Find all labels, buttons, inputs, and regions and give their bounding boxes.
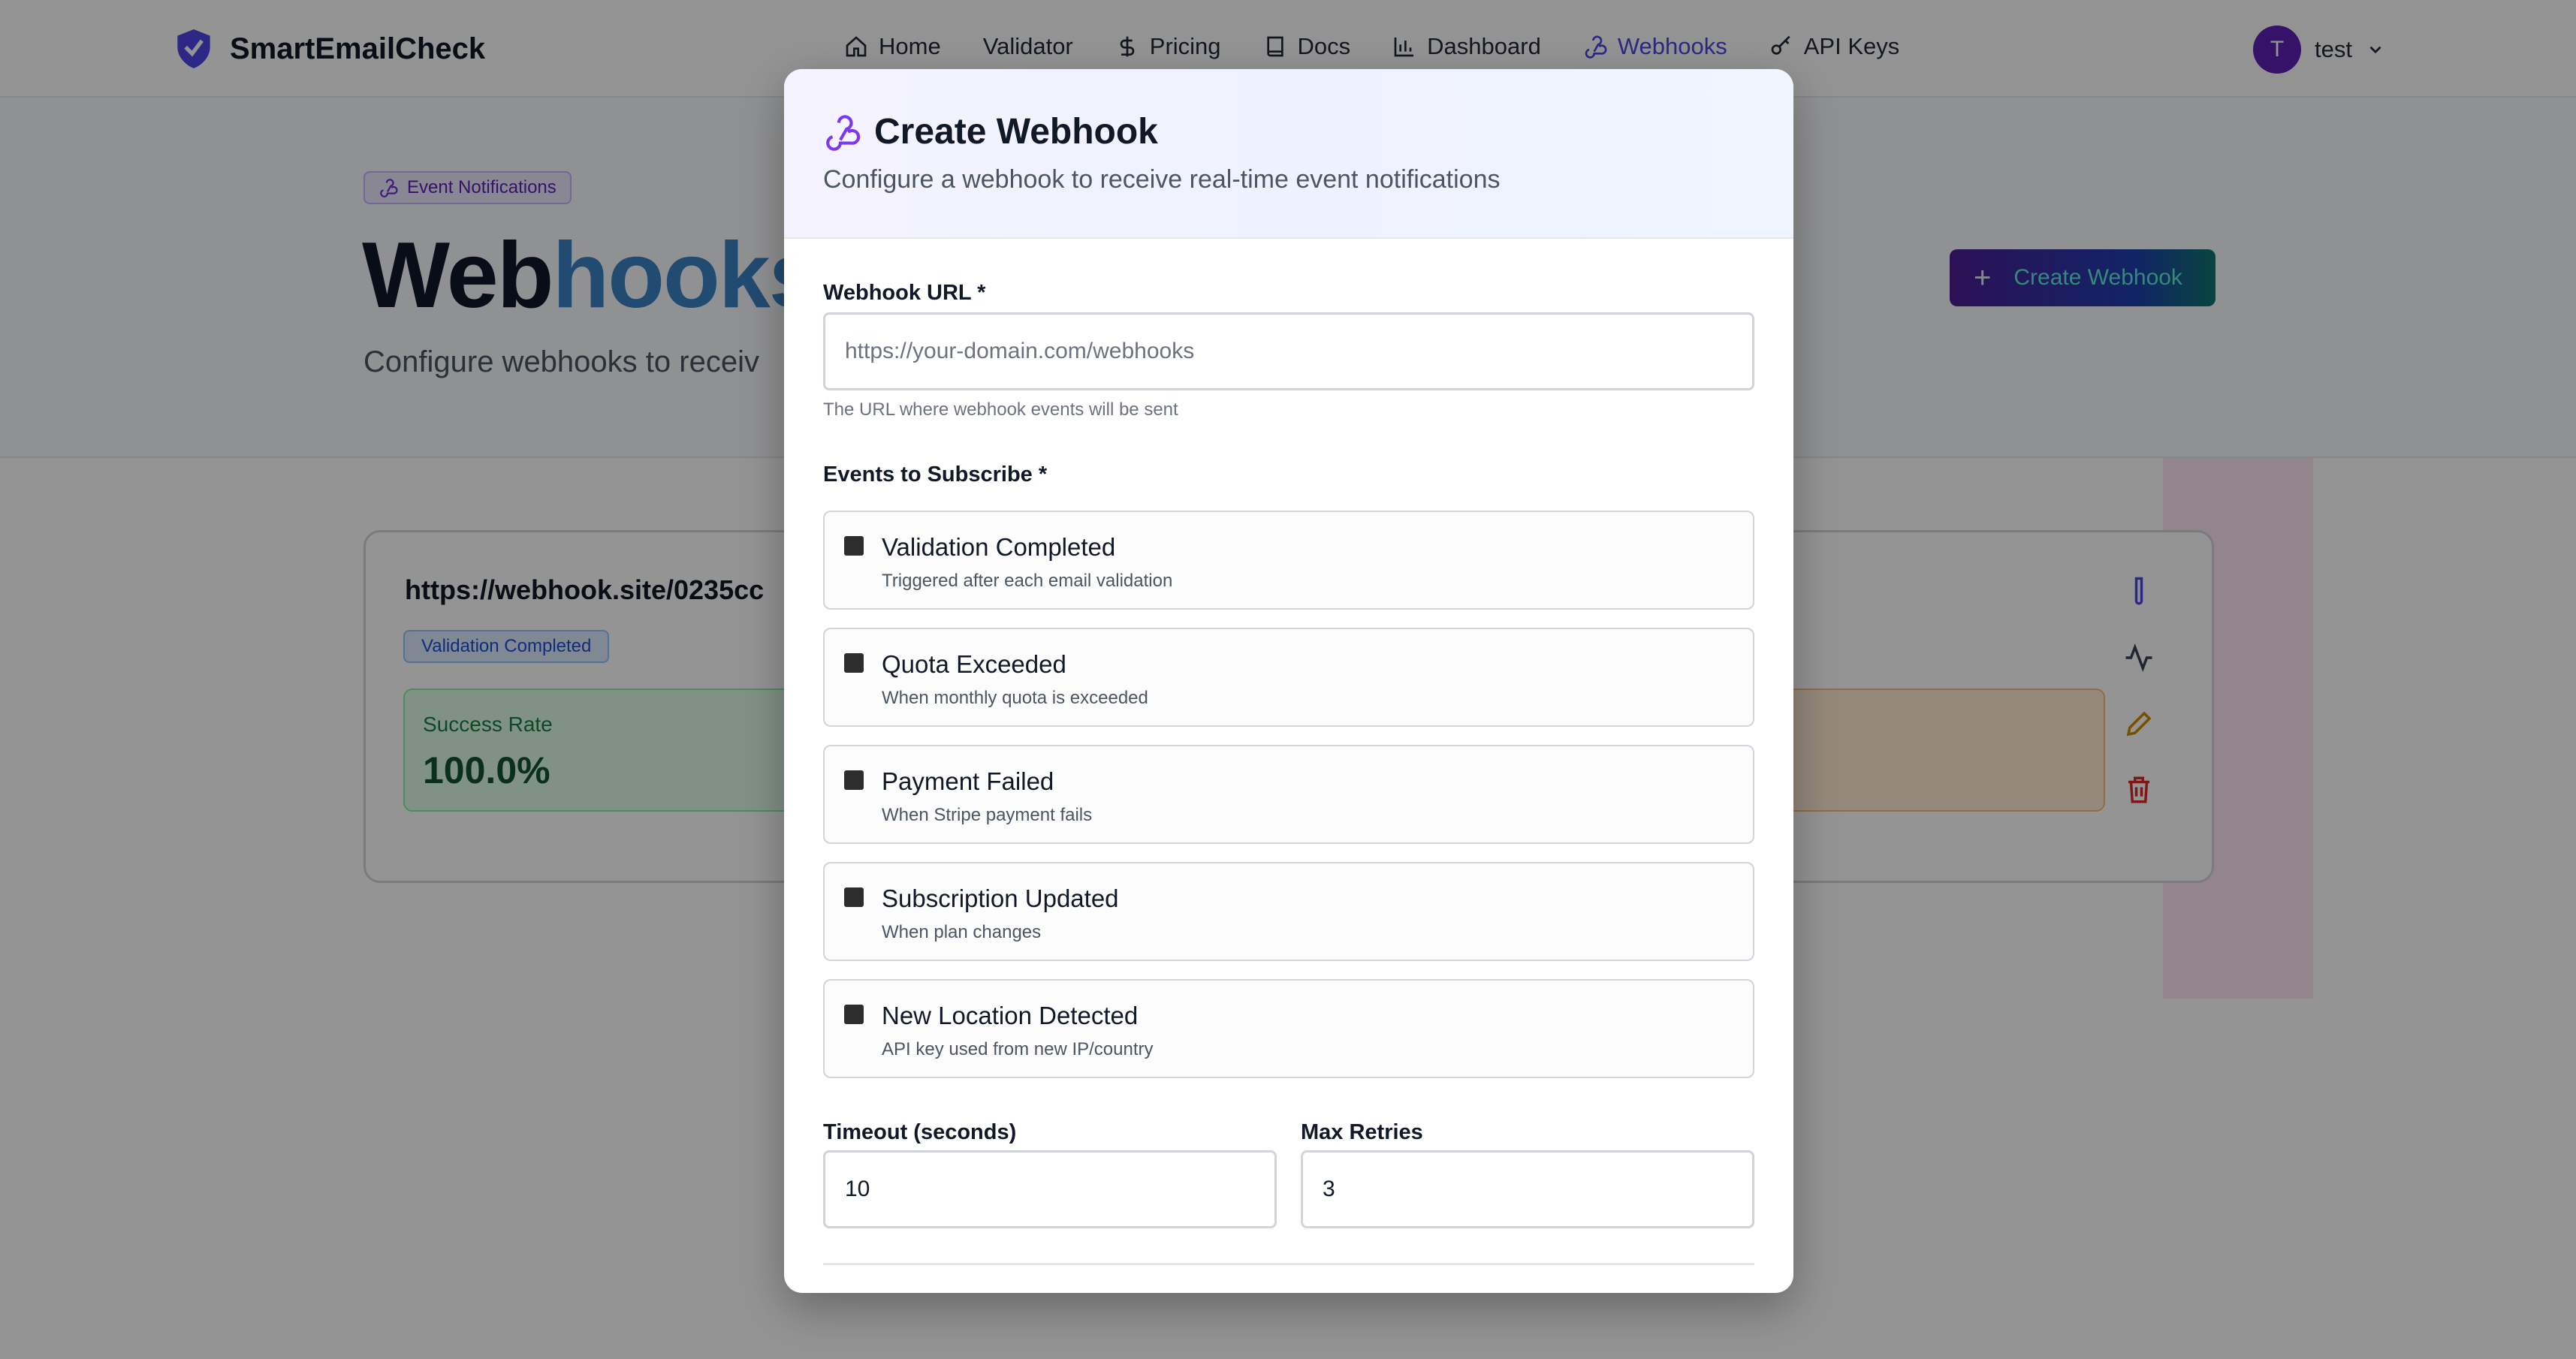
- divider: [823, 1263, 1754, 1265]
- event-name: New Location Detected: [882, 1002, 1139, 1029]
- event-option-subscription-updated[interactable]: Subscription Updated When plan changes: [823, 862, 1754, 961]
- event-checkbox[interactable]: [844, 536, 864, 556]
- modal-header: Create Webhook Configure a webhook to re…: [784, 69, 1793, 239]
- webhook-icon: [826, 114, 861, 151]
- webhook-url-hint: The URL where webhook events will be sen…: [823, 399, 1178, 420]
- event-description: When monthly quota is exceeded: [882, 688, 1148, 708]
- event-description: When Stripe payment fails: [882, 805, 1093, 825]
- event-option-new-location-detected[interactable]: New Location Detected API key used from …: [823, 979, 1754, 1078]
- max-retries-input[interactable]: [1301, 1150, 1754, 1228]
- event-checkbox[interactable]: [844, 770, 864, 790]
- event-name: Validation Completed: [882, 533, 1116, 561]
- max-retries-label: Max Retries: [1301, 1120, 1423, 1144]
- events-list: Validation Completed Triggered after eac…: [823, 511, 1754, 1096]
- event-name: Subscription Updated: [882, 884, 1119, 912]
- event-option-validation-completed[interactable]: Validation Completed Triggered after eac…: [823, 511, 1754, 610]
- event-name: Payment Failed: [882, 767, 1054, 795]
- event-checkbox[interactable]: [844, 653, 864, 673]
- modal-title-row: Create Webhook: [823, 111, 1158, 152]
- event-checkbox[interactable]: [844, 1005, 864, 1024]
- event-checkbox[interactable]: [844, 887, 864, 907]
- event-option-payment-failed[interactable]: Payment Failed When Stripe payment fails: [823, 745, 1754, 844]
- event-option-quota-exceeded[interactable]: Quota Exceeded When monthly quota is exc…: [823, 628, 1754, 727]
- create-webhook-modal: Create Webhook Configure a webhook to re…: [784, 69, 1793, 1293]
- webhook-url-label: Webhook URL *: [823, 281, 986, 305]
- event-description: When plan changes: [882, 922, 1042, 942]
- timeout-input[interactable]: [823, 1150, 1277, 1228]
- webhook-url-input[interactable]: [823, 312, 1754, 390]
- timeout-label: Timeout (seconds): [823, 1120, 1017, 1144]
- modal-subtitle: Configure a webhook to receive real-time…: [823, 165, 1501, 194]
- event-description: Triggered after each email validation: [882, 571, 1173, 591]
- events-label: Events to Subscribe *: [823, 463, 1048, 487]
- modal-title: Create Webhook: [874, 112, 1158, 152]
- event-description: API key used from new IP/country: [882, 1039, 1154, 1059]
- event-name: Quota Exceeded: [882, 650, 1066, 678]
